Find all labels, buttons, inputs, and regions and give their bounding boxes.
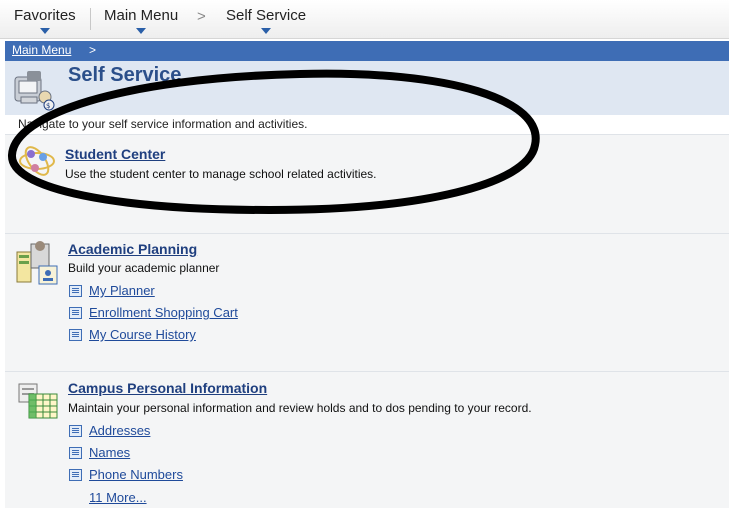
breadcrumb-main-menu-link[interactable]: Main Menu [12, 43, 71, 57]
academic-planning-icon [16, 241, 58, 285]
list-icon [69, 447, 82, 459]
my-course-history-link[interactable]: My Course History [89, 327, 196, 342]
page-title: Self Service [68, 64, 182, 86]
favorites-menu[interactable]: Favorites [14, 7, 76, 34]
chevron-down-icon [136, 28, 147, 34]
names-link[interactable]: Names [89, 445, 130, 460]
svg-text:$: $ [46, 102, 50, 110]
main-menu[interactable]: Main Menu [104, 7, 179, 34]
list-icon [69, 307, 82, 319]
list-icon [69, 329, 82, 341]
page-description: Navigate to your self service informatio… [18, 117, 308, 131]
academic-planning-description: Build your academic planner [68, 261, 220, 275]
academic-planning-link[interactable]: Academic Planning [68, 241, 197, 257]
self-service-icon: $ [14, 71, 55, 111]
campus-personal-information-description: Maintain your personal information and r… [68, 401, 532, 415]
self-service-menu[interactable]: Self Service [226, 7, 307, 34]
student-center-description: Use the student center to manage school … [65, 167, 377, 181]
list-icon [69, 425, 82, 437]
list-icon [69, 469, 82, 481]
enrollment-shopping-cart-link[interactable]: Enrollment Shopping Cart [89, 305, 238, 320]
personal-information-icon [18, 383, 58, 419]
student-center-icon [19, 146, 55, 176]
favorites-label: Favorites [14, 7, 76, 24]
list-icon [69, 285, 82, 297]
chevron-right-icon: > [197, 8, 206, 25]
addresses-link[interactable]: Addresses [89, 423, 150, 438]
main-menu-label: Main Menu [104, 7, 179, 24]
top-navigation-bar: Favorites Main Menu > Self Service [0, 0, 729, 39]
breadcrumb: Main Menu > [5, 41, 729, 61]
self-service-label: Self Service [226, 7, 307, 24]
student-center-link[interactable]: Student Center [65, 146, 165, 162]
more-links[interactable]: 11 More... [89, 490, 147, 505]
breadcrumb-separator: > [89, 43, 97, 57]
toolbar-divider [90, 8, 91, 30]
chevron-down-icon [261, 28, 272, 34]
page-header: $ Self Service [5, 61, 729, 115]
my-planner-link[interactable]: My Planner [89, 283, 155, 298]
chevron-down-icon [39, 28, 50, 34]
campus-personal-information-link[interactable]: Campus Personal Information [68, 380, 267, 396]
phone-numbers-link[interactable]: Phone Numbers [89, 467, 183, 482]
